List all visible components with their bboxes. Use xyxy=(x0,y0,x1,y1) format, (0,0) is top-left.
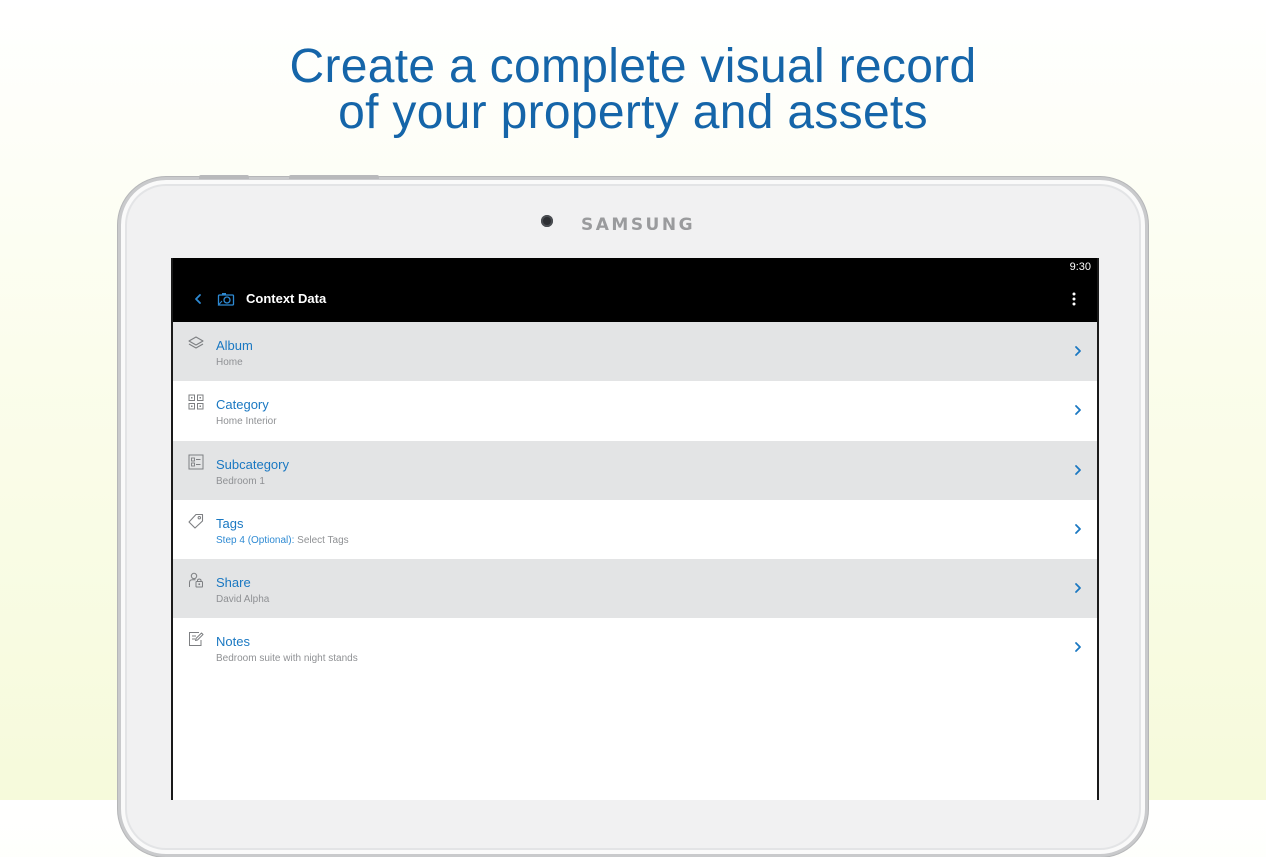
chevron-right-icon xyxy=(1075,464,1081,475)
list-item-title: Notes xyxy=(216,634,250,650)
step-hint: Step 4 (Optional): xyxy=(216,534,295,546)
list-item-title: Tags xyxy=(216,515,244,531)
layers-icon xyxy=(188,336,204,349)
status-time: 9:30 xyxy=(1069,261,1091,273)
tablet-screen: 9:30 Context Data Album Home Category Ho… xyxy=(171,258,1099,800)
headline-line-2: of your property and assets xyxy=(338,86,928,139)
overflow-menu-icon[interactable] xyxy=(1069,290,1079,308)
chevron-right-icon xyxy=(1075,405,1081,416)
list-item-subtitle: David Alpha xyxy=(216,594,270,606)
page-title: Context Data xyxy=(246,291,327,306)
chevron-right-icon xyxy=(1075,642,1081,653)
list-item-title: Subcategory xyxy=(216,456,289,472)
app-bar: Context Data xyxy=(173,277,1097,322)
list-item-subtitle: Bedroom 1 xyxy=(216,475,265,487)
list-item-title: Album xyxy=(216,338,253,353)
list-item-share[interactable]: Share David Alpha xyxy=(173,559,1097,619)
headline-line-1: Create a complete visual record xyxy=(289,40,977,93)
list-item-category[interactable]: Category Home Interior xyxy=(173,381,1097,441)
front-camera xyxy=(541,215,553,227)
device-brand: SAMSUNG xyxy=(581,215,696,235)
list-item-subcategory[interactable]: Subcategory Bedroom 1 xyxy=(173,440,1097,500)
headline: Create a complete visual record of your … xyxy=(0,40,1266,139)
chevron-right-icon xyxy=(1075,346,1081,356)
list-item-title: Category xyxy=(216,397,269,413)
camera-icon xyxy=(217,293,235,306)
subcategory-list-icon xyxy=(188,454,204,470)
volume-button xyxy=(199,175,249,179)
category-grid-icon xyxy=(188,394,204,410)
chevron-left-icon[interactable] xyxy=(191,290,205,308)
status-bar: 9:30 xyxy=(173,258,1097,277)
share-lock-icon xyxy=(189,572,203,588)
chevron-right-icon xyxy=(1075,583,1081,594)
list-item-subtitle-text: Select Tags xyxy=(297,534,349,546)
list-item-subtitle: Step 4 (Optional): Select Tags xyxy=(216,535,349,546)
chevron-right-icon xyxy=(1075,523,1081,534)
list-item-album[interactable]: Album Home xyxy=(173,322,1097,382)
notes-edit-icon xyxy=(189,632,204,647)
list-item-subtitle: Home xyxy=(216,357,243,368)
list-item-subtitle: Bedroom suite with night stands xyxy=(216,653,358,665)
list-item-notes[interactable]: Notes Bedroom suite with night stands xyxy=(173,618,1097,678)
power-button xyxy=(289,175,379,179)
tag-icon xyxy=(188,513,204,529)
list-item-subtitle: Home Interior xyxy=(216,416,277,428)
context-data-list: Album Home Category Home Interior Subcat… xyxy=(173,322,1097,678)
list-item-title: Share xyxy=(216,575,251,591)
list-item-tags[interactable]: Tags Step 4 (Optional): Select Tags xyxy=(173,499,1097,560)
